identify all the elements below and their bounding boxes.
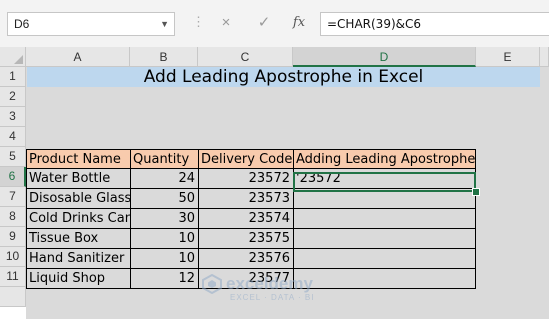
header-adding-leading-apostrophe[interactable]: Adding Leading Apostrophe bbox=[293, 149, 476, 169]
cell-quantity[interactable]: 30 bbox=[130, 209, 199, 229]
row-header-1[interactable]: 1 bbox=[0, 67, 26, 87]
select-all-icon bbox=[14, 55, 23, 64]
cell-product-name[interactable]: Disosable Glass bbox=[26, 189, 131, 209]
row-header-11[interactable]: 11 bbox=[0, 267, 26, 287]
name-box-value: D6 bbox=[14, 17, 30, 31]
cell-apostrophe-result[interactable] bbox=[293, 189, 476, 209]
cell-delivery-code[interactable]: 23575 bbox=[198, 229, 294, 249]
cell-product-name[interactable]: Hand Sanitizer bbox=[26, 249, 131, 269]
watermark-name: exceldemy bbox=[226, 274, 313, 293]
cell-product-name[interactable]: Tissue Box bbox=[26, 229, 131, 249]
row-header-6[interactable]: 6 bbox=[0, 167, 26, 187]
exceldemy-watermark: exceldemy EXCEL · DATA · BI bbox=[200, 270, 350, 310]
formula-bar-separator-icon: ⋮ bbox=[192, 14, 206, 29]
row-header-2[interactable]: 2 bbox=[0, 87, 26, 107]
cell-product-name[interactable]: Cold Drinks Can bbox=[26, 209, 131, 229]
cell-quantity[interactable]: 10 bbox=[130, 249, 199, 269]
row-header-7[interactable]: 7 bbox=[0, 187, 26, 207]
row-header-10[interactable]: 10 bbox=[0, 247, 26, 267]
column-header-c[interactable]: C bbox=[198, 47, 293, 67]
cancel-icon[interactable]: × bbox=[214, 12, 238, 34]
name-box[interactable]: D6 ▼ bbox=[7, 12, 175, 36]
column-header-b[interactable]: B bbox=[130, 47, 198, 67]
cell-delivery-code[interactable]: 23576 bbox=[198, 249, 294, 269]
cell-delivery-code[interactable]: 23572 bbox=[198, 169, 294, 189]
chevron-down-icon[interactable]: ▼ bbox=[160, 13, 169, 35]
select-all-corner[interactable] bbox=[0, 47, 26, 67]
header-delivery-code[interactable]: Delivery Code bbox=[198, 149, 294, 169]
watermark-tagline: EXCEL · DATA · BI bbox=[230, 293, 315, 302]
cell-quantity[interactable]: 50 bbox=[130, 189, 199, 209]
cell-delivery-code[interactable]: 23573 bbox=[198, 189, 294, 209]
active-cell-selection[interactable] bbox=[293, 172, 476, 192]
column-header-f[interactable] bbox=[540, 47, 549, 67]
gridline bbox=[540, 67, 541, 319]
row-header-12[interactable] bbox=[0, 287, 26, 307]
sheet-title-cell[interactable]: Add Leading Apostrophe in Excel bbox=[27, 67, 540, 87]
cell-apostrophe-result[interactable] bbox=[293, 209, 476, 229]
column-header-d[interactable]: D bbox=[293, 47, 476, 67]
row-header-4[interactable]: 4 bbox=[0, 127, 26, 147]
formula-input[interactable]: =CHAR(39)&C6 bbox=[320, 12, 549, 36]
column-header-a[interactable]: A bbox=[26, 47, 130, 67]
cell-quantity[interactable]: 10 bbox=[130, 229, 199, 249]
header-product-name[interactable]: Product Name bbox=[26, 149, 131, 169]
enter-icon[interactable]: ✓ bbox=[252, 12, 276, 34]
column-header-e[interactable]: E bbox=[476, 47, 540, 67]
header-quantity[interactable]: Quantity bbox=[130, 149, 199, 169]
insert-function-icon[interactable]: fx bbox=[287, 12, 311, 34]
row-header-3[interactable]: 3 bbox=[0, 107, 26, 127]
fill-handle[interactable] bbox=[472, 188, 480, 196]
row-header-9[interactable]: 9 bbox=[0, 227, 26, 247]
formula-bar: D6 ▼ ⋮ × ✓ fx =CHAR(39)&C6 bbox=[0, 0, 549, 47]
cell-apostrophe-result[interactable] bbox=[293, 229, 476, 249]
cell-quantity[interactable]: 24 bbox=[130, 169, 199, 189]
cell-apostrophe-result[interactable] bbox=[293, 249, 476, 269]
row-header-8[interactable]: 8 bbox=[0, 207, 26, 227]
cell-quantity[interactable]: 12 bbox=[130, 269, 199, 289]
exceldemy-logo-icon bbox=[202, 274, 222, 294]
cell-product-name[interactable]: Water Bottle bbox=[26, 169, 131, 189]
cell-product-name[interactable]: Liquid Shop bbox=[26, 269, 131, 289]
cell-delivery-code[interactable]: 23574 bbox=[198, 209, 294, 229]
row-header-5[interactable]: 5 bbox=[0, 147, 26, 167]
